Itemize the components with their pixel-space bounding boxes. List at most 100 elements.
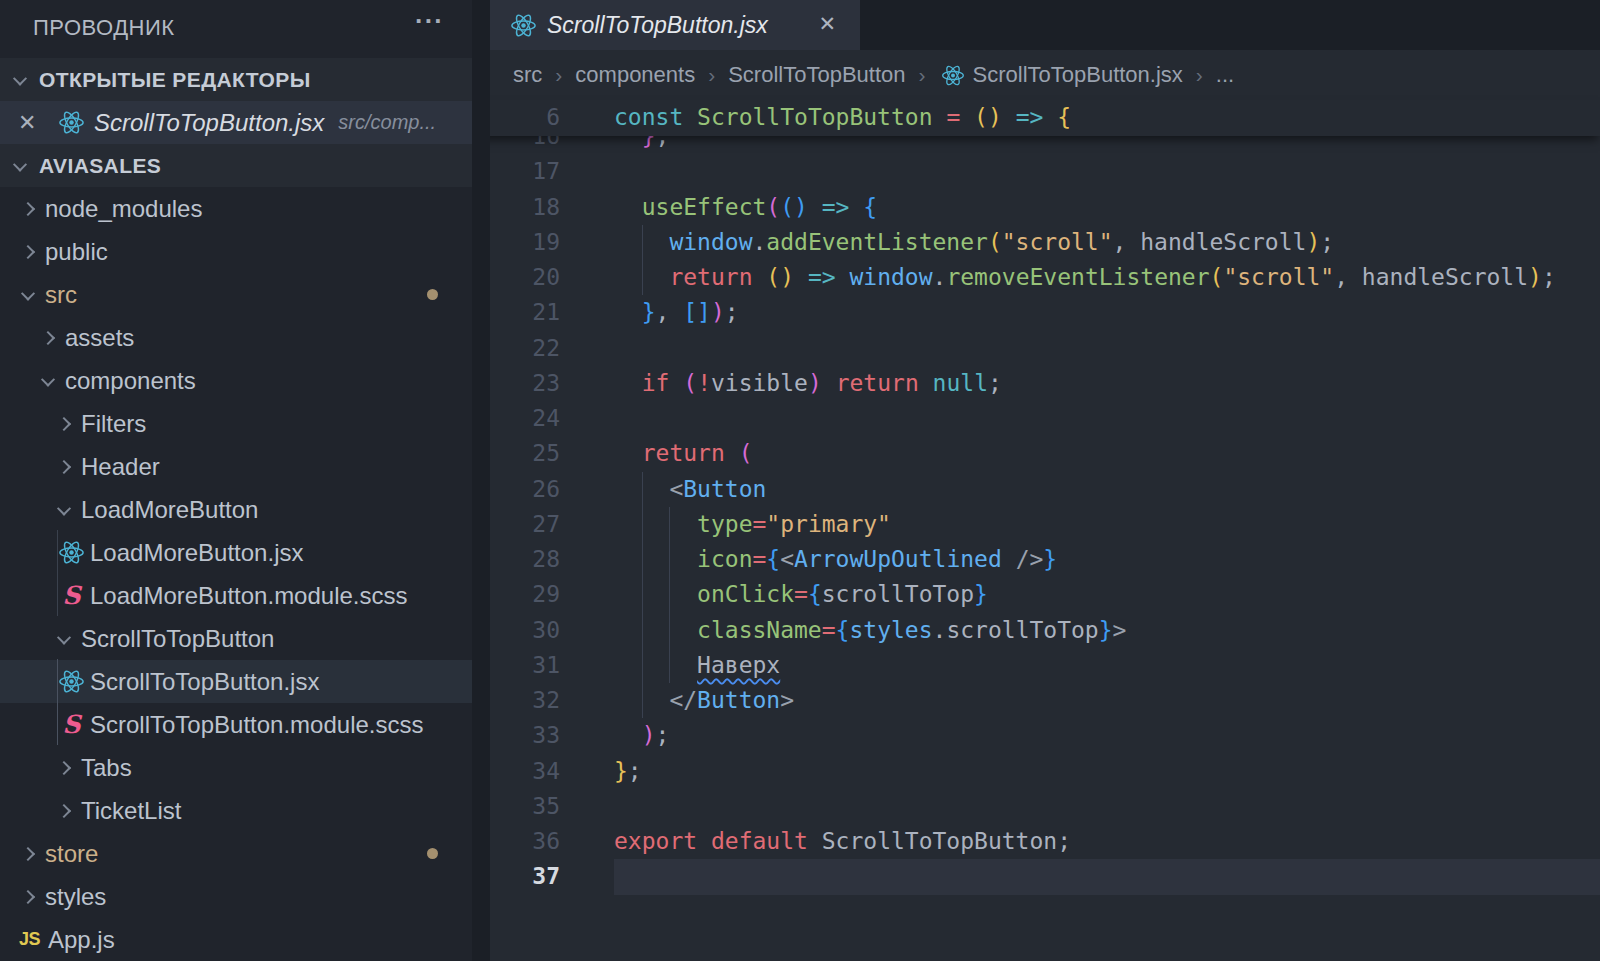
tree-item-label: LoadMoreButton [81, 496, 258, 524]
chevron-right-icon [52, 419, 76, 429]
tree-item-ticketlist[interactable]: TicketList [0, 789, 472, 832]
tree-item-label: App.js [48, 926, 115, 954]
code-line-6[interactable]: 6const ScrollToTopButton = () => { [472, 100, 1600, 136]
code-line-35[interactable]: 35 [472, 789, 1600, 825]
code-editor[interactable]: 16 };1718 useEffect(() => {19 window.add… [472, 0, 1600, 961]
tree-item-header[interactable]: Header [0, 445, 472, 488]
tree-item-label: Filters [81, 410, 146, 438]
chevron-down-icon [52, 505, 76, 515]
code-text: return () => window.removeEventListener(… [614, 260, 1556, 295]
chevron-right-icon [16, 892, 40, 902]
tree-item-loadmorebutton-module-scss[interactable]: SLoadMoreButton.module.scss [0, 574, 472, 617]
tree-item-src[interactable]: src [0, 273, 472, 316]
close-icon[interactable]: ✕ [818, 12, 836, 36]
tree-item-label: public [45, 238, 108, 266]
breadcrumb-separator: › [1196, 63, 1203, 87]
react-icon [58, 109, 85, 136]
tree-item-label: styles [45, 883, 106, 911]
open-editors-section-header[interactable]: ОТКРЫТЫЕ РЕДАКТОРЫ [0, 58, 472, 101]
sass-icon: S [58, 711, 85, 738]
tab-scrolltotopbutton[interactable]: ScrollToTopButton.jsx ✕ [490, 0, 860, 50]
code-line-30[interactable]: 30 className={styles.scrollToTop}> [472, 613, 1600, 649]
code-text: onClick={scrollToTop} [614, 577, 988, 612]
breadcrumb-separator: › [919, 63, 926, 87]
tree-item-scrolltotopbutton-jsx[interactable]: ScrollToTopButton.jsx [0, 660, 472, 703]
code-line-26[interactable]: 26 <Button [472, 472, 1600, 508]
sticky-scroll-line[interactable]: 6const ScrollToTopButton = () => { [472, 100, 1600, 136]
code-line-34[interactable]: 34}; [472, 754, 1600, 790]
tree-item-scrolltotopbutton[interactable]: ScrollToTopButton [0, 617, 472, 660]
code-line-27[interactable]: 27 type="primary" [472, 507, 1600, 543]
tree-item-label: ScrollToTopButton [81, 625, 274, 653]
project-section-header[interactable]: AVIASALES [0, 144, 472, 187]
tree-item-label: TicketList [81, 797, 181, 825]
editor-group-border [472, 0, 490, 961]
tree-item-label: Tabs [81, 754, 132, 782]
chevron-right-icon [52, 763, 76, 773]
tab-bar: ScrollToTopButton.jsx ✕ [490, 0, 1600, 50]
code-line-29[interactable]: 29 onClick={scrollToTop} [472, 577, 1600, 613]
open-editor-item[interactable]: ✕ ScrollToTopButton.jsx src/comp... [0, 101, 472, 144]
tree-item-loadmorebutton[interactable]: LoadMoreButton [0, 488, 472, 531]
code-text: type="primary" [614, 507, 891, 542]
code-text: window.addEventListener("scroll", handle… [614, 225, 1334, 260]
indent-guide [57, 659, 58, 745]
project-label: AVIASALES [39, 154, 161, 178]
code-line-19[interactable]: 19 window.addEventListener("scroll", han… [472, 225, 1600, 261]
breadcrumb-item[interactable]: ... [1216, 62, 1234, 88]
tree-item-label: assets [65, 324, 134, 352]
code-line-23[interactable]: 23 if (!visible) return null; [472, 366, 1600, 402]
code-text: }; [614, 754, 642, 789]
breadcrumb-item[interactable]: components [575, 62, 695, 88]
react-icon [58, 668, 85, 695]
tree-item-loadmorebutton-jsx[interactable]: LoadMoreButton.jsx [0, 531, 472, 574]
tree-item-label: src [45, 281, 77, 309]
code-line-36[interactable]: 36export default ScrollToTopButton; [472, 824, 1600, 860]
tree-item-filters[interactable]: Filters [0, 402, 472, 445]
code-text: if (!visible) return null; [614, 366, 1002, 401]
explorer-title: ПРОВОДНИК [33, 15, 175, 41]
tree-item-components[interactable]: components [0, 359, 472, 402]
code-line-25[interactable]: 25 return ( [472, 436, 1600, 472]
tree-item-tabs[interactable]: Tabs [0, 746, 472, 789]
code-text: Наверх [614, 648, 780, 683]
code-text: const ScrollToTopButton = () => { [614, 100, 1071, 135]
tree-item-public[interactable]: public [0, 230, 472, 273]
tree-item-label: store [45, 840, 98, 868]
code-line-28[interactable]: 28 icon={<ArrowUpOutlined />} [472, 542, 1600, 578]
breadcrumb-item[interactable]: src [513, 62, 542, 88]
code-text: return ( [614, 436, 753, 471]
chevron-right-icon [16, 247, 40, 257]
chevron-down-icon [52, 634, 76, 644]
breadcrumb-separator: › [555, 63, 562, 87]
breadcrumb: src › components › ScrollToTopButton › ScrollT… [490, 50, 1600, 100]
code-line-21[interactable]: 21 }, []); [472, 295, 1600, 331]
modified-badge [427, 289, 438, 300]
code-text: export default ScrollToTopButton; [614, 824, 1071, 859]
indent-guide [57, 530, 58, 616]
tree-item-node-modules[interactable]: node_modules [0, 187, 472, 230]
code-text: }, []); [614, 295, 739, 330]
code-line-24[interactable]: 24 [472, 401, 1600, 437]
tree-item-store[interactable]: store [0, 832, 472, 875]
code-line-32[interactable]: 32 </Button> [472, 683, 1600, 719]
breadcrumb-item[interactable]: ScrollToTopButton [728, 62, 905, 88]
tree-item-label: Header [81, 453, 160, 481]
explorer-sidebar: ПРОВОДНИК ··· ОТКРЫТЫЕ РЕДАКТОРЫ ✕ Scrol… [0, 0, 472, 961]
code-line-17[interactable]: 17 [472, 154, 1600, 190]
code-line-33[interactable]: 33 ); [472, 718, 1600, 754]
breadcrumb-item[interactable]: ScrollToTopButton.jsx [973, 62, 1183, 88]
tree-item-assets[interactable]: assets [0, 316, 472, 359]
tree-item-label: ScrollToTopButton.module.scss [90, 711, 424, 739]
tree-item-styles[interactable]: styles [0, 875, 472, 918]
tree-item-app-js[interactable]: JSApp.js [0, 918, 472, 961]
more-actions-icon[interactable]: ··· [415, 6, 444, 37]
code-line-37[interactable]: 37 [472, 859, 1600, 895]
code-line-18[interactable]: 18 useEffect(() => { [472, 190, 1600, 226]
code-line-31[interactable]: 31 Наверх [472, 648, 1600, 684]
code-line-20[interactable]: 20 return () => window.removeEventListen… [472, 260, 1600, 296]
tree-item-scrolltotopbutton-module-scss[interactable]: SScrollToTopButton.module.scss [0, 703, 472, 746]
react-icon [58, 539, 85, 566]
close-icon[interactable]: ✕ [18, 110, 46, 136]
code-line-22[interactable]: 22 [472, 331, 1600, 367]
